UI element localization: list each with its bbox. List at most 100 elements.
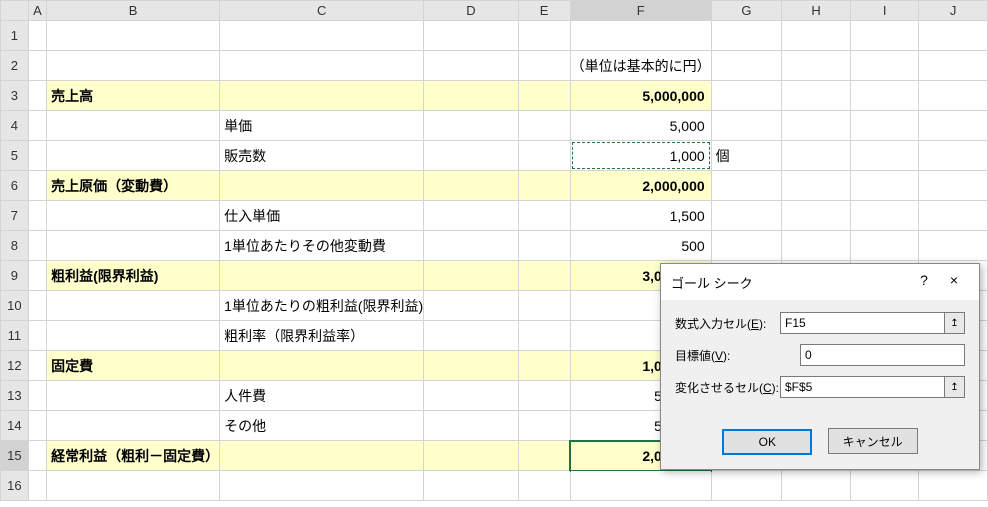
cell-C11[interactable]: 粗利率（限界利益率） [220, 321, 424, 351]
cell-B10[interactable] [47, 291, 220, 321]
to-value-input[interactable] [800, 344, 965, 366]
row-header-10[interactable]: 10 [1, 291, 29, 321]
cell-A10[interactable] [28, 291, 46, 321]
cell-F4[interactable]: 5,000 [570, 111, 711, 141]
by-changing-input[interactable] [780, 376, 945, 398]
cell-H4[interactable] [782, 111, 851, 141]
cell-H7[interactable] [782, 201, 851, 231]
cell-I16[interactable] [851, 471, 919, 501]
cell-A2[interactable] [28, 51, 46, 81]
cell-B7[interactable] [47, 201, 220, 231]
cell-D16[interactable] [424, 471, 518, 501]
column-header-C[interactable]: C [220, 1, 424, 21]
cell-C15[interactable] [220, 441, 424, 471]
cell-I4[interactable] [851, 111, 919, 141]
row-header-6[interactable]: 6 [1, 171, 29, 201]
cell-A8[interactable] [28, 231, 46, 261]
cell-C9[interactable] [220, 261, 424, 291]
cell-C7[interactable]: 仕入単価 [220, 201, 424, 231]
cell-C12[interactable] [220, 351, 424, 381]
row-header-12[interactable]: 12 [1, 351, 29, 381]
cell-H16[interactable] [782, 471, 851, 501]
cell-G1[interactable] [711, 21, 781, 51]
cell-B16[interactable] [47, 471, 220, 501]
cell-D14[interactable] [424, 411, 518, 441]
cell-H2[interactable] [782, 51, 851, 81]
cell-J2[interactable] [919, 51, 988, 81]
cell-J7[interactable] [919, 201, 988, 231]
cell-F2[interactable]: （単位は基本的に円） [570, 51, 711, 81]
set-cell-input[interactable] [780, 312, 945, 334]
cell-D5[interactable] [424, 141, 518, 171]
cell-C13[interactable]: 人件費 [220, 381, 424, 411]
cell-E2[interactable] [518, 51, 570, 81]
row-header-1[interactable]: 1 [1, 21, 29, 51]
cell-I6[interactable] [851, 171, 919, 201]
cell-B12[interactable]: 固定費 [47, 351, 220, 381]
column-header-H[interactable]: H [782, 1, 851, 21]
cell-E4[interactable] [518, 111, 570, 141]
cell-B6[interactable]: 売上原価（変動費） [47, 171, 220, 201]
cell-G4[interactable] [711, 111, 781, 141]
cell-J5[interactable] [919, 141, 988, 171]
cell-G7[interactable] [711, 201, 781, 231]
cell-I7[interactable] [851, 201, 919, 231]
cell-F5[interactable]: 1,000 [570, 141, 711, 171]
cell-B15[interactable]: 経常利益（粗利－固定費） [47, 441, 220, 471]
cell-E11[interactable] [518, 321, 570, 351]
row-header-7[interactable]: 7 [1, 201, 29, 231]
cancel-button[interactable]: キャンセル [828, 428, 918, 454]
column-header-E[interactable]: E [518, 1, 570, 21]
cell-E6[interactable] [518, 171, 570, 201]
cell-B4[interactable] [47, 111, 220, 141]
cell-D6[interactable] [424, 171, 518, 201]
cell-F8[interactable]: 500 [570, 231, 711, 261]
cell-A15[interactable] [28, 441, 46, 471]
cell-D9[interactable] [424, 261, 518, 291]
cell-E13[interactable] [518, 381, 570, 411]
cell-F3[interactable]: 5,000,000 [570, 81, 711, 111]
cell-I5[interactable] [851, 141, 919, 171]
cell-D11[interactable] [424, 321, 518, 351]
cell-F16[interactable] [570, 471, 711, 501]
cell-A9[interactable] [28, 261, 46, 291]
row-header-16[interactable]: 16 [1, 471, 29, 501]
column-header-A[interactable]: A [28, 1, 46, 21]
cell-G3[interactable] [711, 81, 781, 111]
cell-E9[interactable] [518, 261, 570, 291]
cell-F6[interactable]: 2,000,000 [570, 171, 711, 201]
cell-E16[interactable] [518, 471, 570, 501]
cell-G16[interactable] [711, 471, 781, 501]
row-header-11[interactable]: 11 [1, 321, 29, 351]
collapse-dialog-icon[interactable]: ↥ [945, 376, 965, 398]
cell-F7[interactable]: 1,500 [570, 201, 711, 231]
cell-C3[interactable] [220, 81, 424, 111]
cell-A13[interactable] [28, 381, 46, 411]
cell-D1[interactable] [424, 21, 518, 51]
cell-C5[interactable]: 販売数 [220, 141, 424, 171]
cell-A16[interactable] [28, 471, 46, 501]
column-header-J[interactable]: J [919, 1, 988, 21]
row-header-2[interactable]: 2 [1, 51, 29, 81]
row-header-14[interactable]: 14 [1, 411, 29, 441]
row-header-15[interactable]: 15 [1, 441, 29, 471]
cell-E15[interactable] [518, 441, 570, 471]
row-header-5[interactable]: 5 [1, 141, 29, 171]
ok-button[interactable]: OK [722, 429, 812, 455]
cell-B5[interactable] [47, 141, 220, 171]
cell-J6[interactable] [919, 171, 988, 201]
cell-E12[interactable] [518, 351, 570, 381]
cell-D10[interactable] [424, 291, 518, 321]
cell-A5[interactable] [28, 141, 46, 171]
row-header-3[interactable]: 3 [1, 81, 29, 111]
close-button[interactable]: × [939, 272, 969, 292]
row-header-9[interactable]: 9 [1, 261, 29, 291]
cell-A7[interactable] [28, 201, 46, 231]
cell-E5[interactable] [518, 141, 570, 171]
cell-B9[interactable]: 粗利益(限界利益) [47, 261, 220, 291]
cell-B1[interactable] [47, 21, 220, 51]
cell-J4[interactable] [919, 111, 988, 141]
cell-D15[interactable] [424, 441, 518, 471]
cell-I2[interactable] [851, 51, 919, 81]
cell-E7[interactable] [518, 201, 570, 231]
